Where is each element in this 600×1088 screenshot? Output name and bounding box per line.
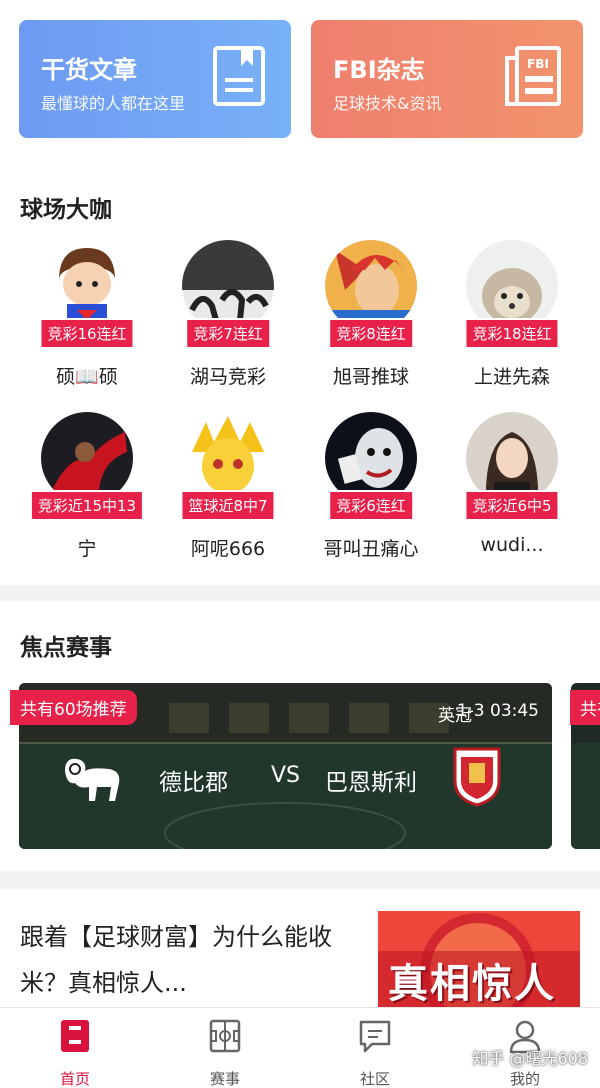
article-title[interactable]: 跟着【足球财富】为什么能收米？真相惊人... [20,914,360,1006]
expert-card[interactable]: 竞彩近15中13 宁 [22,412,152,572]
expert-card[interactable]: 竞彩6连红 哥叫丑痛心 [306,412,436,572]
expert-badge: 竞彩18连红 [464,318,560,349]
expert-badge: 竞彩6连红 [328,490,414,521]
top-cards: 干货文章 最懂球的人都在这里 FBI杂志 足球技术&资讯 FBI [0,0,600,162]
recommend-count-badge-next: 共有 [570,690,600,725]
barnsley-crest-icon [453,747,501,807]
articles-card[interactable]: 干货文章 最懂球的人都在这里 [19,20,291,138]
expert-card[interactable]: 篮球近8中7 阿呢666 [163,412,293,572]
nav-home[interactable]: 首页 [25,1016,125,1088]
expert-badge: 篮球近8中7 [180,490,276,521]
nav-home-label: 首页 [59,1070,90,1088]
recommend-count-badge: 共有60场推荐 [10,690,137,725]
expert-name: 硕📖硕 [56,366,118,388]
nav-community[interactable]: 社区 [325,1016,425,1088]
derby-ram-logo-icon [65,758,120,801]
fbi-icon-text: FBI [527,57,549,71]
expert-card[interactable]: 竞彩16连红 硕📖硕 [22,240,152,400]
expert-card[interactable]: 竞彩18连红 上进先森 [447,240,577,400]
versus-label: VS [271,763,301,788]
expert-badge: 竞彩8连红 [328,318,414,349]
expert-name: 阿呢666 [190,538,266,560]
expert-name: wudi... [480,534,544,556]
articles-card-subtitle: 最懂球的人都在这里 [41,94,186,113]
expert-card[interactable]: 竞彩8连红 旭哥推球 [306,240,436,400]
expert-card[interactable]: 竞彩近6中5 wudi... [447,412,577,572]
focus-section-title: 焦点赛事 [20,635,112,661]
articles-card-title: 干货文章 [41,56,137,84]
nav-matches[interactable]: 赛事 [175,1016,275,1088]
match-time: 1-3 03:45 [456,701,539,721]
expert-badge: 竞彩近15中13 [29,490,145,521]
expert-name: 上进先森 [473,366,550,388]
fbi-magazine-icon: FBI [505,46,561,106]
expert-badge: 竞彩16连红 [39,318,135,349]
nav-community-label: 社区 [359,1070,390,1088]
expert-name: 宁 [77,538,97,560]
expert-badge: 竞彩近6中5 [464,490,560,521]
chat-icon [359,1020,391,1053]
article-thumbnail-text: 真相惊人 [388,961,556,1007]
experts-section-title: 球场大咖 [20,197,112,223]
document-icon [213,46,265,106]
expert-name: 湖马竞彩 [189,366,266,388]
expert-card[interactable]: 竞彩7连红 湖马竞彩 [163,240,293,400]
expert-name: 哥叫丑痛心 [323,538,419,560]
expert-badge: 竞彩7连红 [185,318,271,349]
home-team-name: 德比郡 [159,770,228,796]
nav-profile-label: 我的 [509,1070,540,1088]
experts-section: 球场大咖 竞彩16连红 硕📖硕 竞彩7连红 湖马竞彩 竞彩8连红 旭哥推球 竞彩… [0,162,600,585]
away-team-name: 巴恩斯利 [325,770,417,796]
fbi-magazine-card[interactable]: FBI杂志 足球技术&资讯 FBI [311,20,583,138]
home-icon [61,1020,89,1052]
fbi-card-title: FBI杂志 [333,56,425,84]
expert-name: 旭哥推球 [332,366,409,388]
fbi-card-subtitle: 足球技术&资讯 [333,94,442,113]
pitch-icon [209,1019,241,1053]
watermark: 知乎 @曙光608 [472,1049,588,1068]
nav-matches-label: 赛事 [209,1070,240,1088]
article-thumbnail[interactable]: 真相惊人 [378,911,580,1011]
